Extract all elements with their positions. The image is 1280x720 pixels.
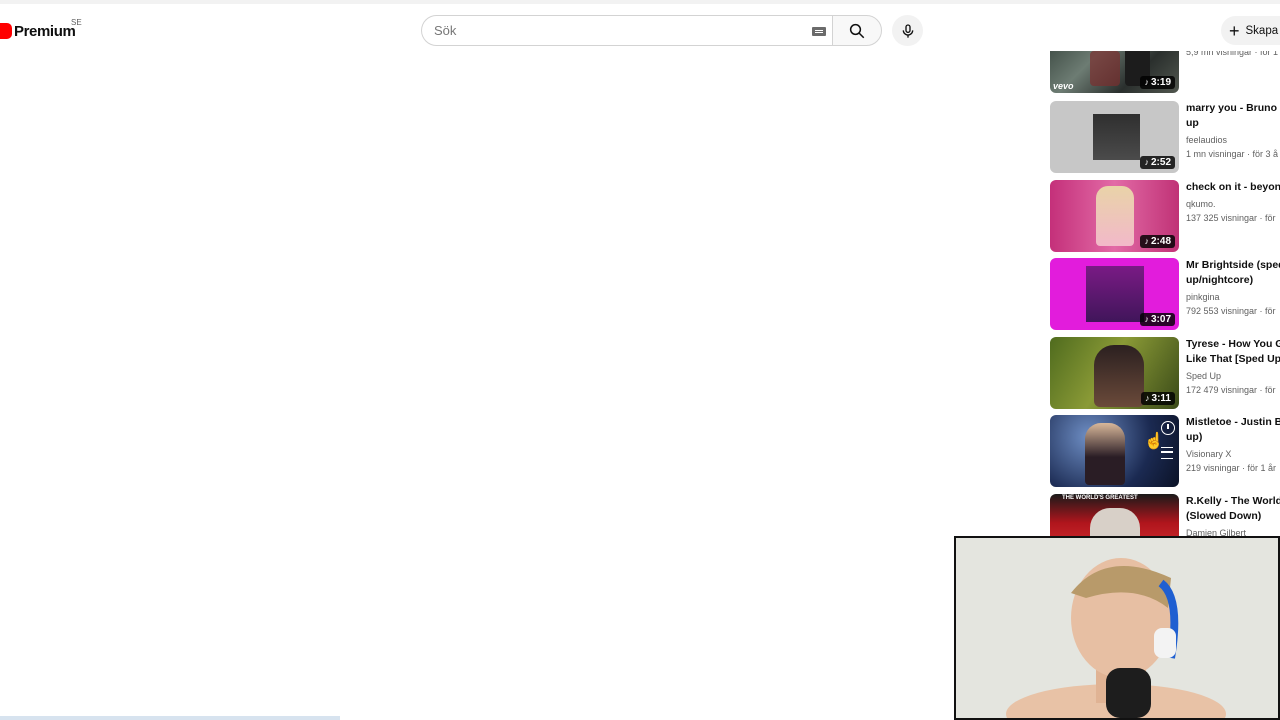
related-videos-list: vevo ♪ 3:19 5,9 mn visningar · för 1 ♪ 2:5… <box>1050 51 1280 536</box>
create-button[interactable]: + Skapa <box>1221 16 1280 45</box>
channel-name[interactable]: Sped Up <box>1186 369 1280 383</box>
keyboard-icon[interactable] <box>812 27 826 36</box>
video-meta: check on it - beyonc qkumo. 137 325 visn… <box>1186 180 1280 254</box>
channel-name[interactable]: Visionary X <box>1186 447 1280 461</box>
vevo-badge: vevo <box>1053 81 1074 91</box>
video-meta: Mistletoe - Justin B up) Visionary X 219… <box>1186 415 1280 489</box>
video-title[interactable]: Mr Brightside (sped up/nightcore) <box>1186 258 1280 288</box>
logo-region: SE <box>71 18 82 27</box>
list-item[interactable]: ♪ 3:11 Tyrese - How You G Like That [Sped… <box>1050 337 1280 411</box>
video-meta: Tyrese - How You G Like That [Sped Up] S… <box>1186 337 1280 411</box>
list-item[interactable]: THE WORLD'S GREATEST R.Kelly - The World… <box>1050 494 1280 536</box>
video-title[interactable]: Tyrese - How You G Like That [Sped Up] <box>1186 337 1280 367</box>
channel-name[interactable]: feelaudios <box>1186 133 1280 147</box>
music-note-icon: ♪ <box>1144 157 1149 167</box>
video-stats: 1 mn visningar · för 3 å <box>1186 149 1279 159</box>
video-thumbnail[interactable]: ♪ 2:52 <box>1050 101 1179 173</box>
logo-text: Premium <box>14 22 76 40</box>
list-item[interactable]: ♪ 2:48 check on it - beyonc qkumo. 137 32… <box>1050 180 1280 254</box>
pointer-cursor-icon: ☝ <box>1144 433 1164 450</box>
video-title[interactable]: Mistletoe - Justin B up) <box>1186 415 1280 445</box>
video-meta: R.Kelly - The World' (Slowed Down) Damie… <box>1186 494 1280 536</box>
search-icon <box>849 23 865 38</box>
search-bar <box>421 15 882 46</box>
mic-icon <box>902 23 913 38</box>
list-item[interactable]: ♪ 2:52 marry you - Bruno M up feelaudios … <box>1050 101 1280 175</box>
channel-name[interactable]: qkumo. <box>1186 197 1280 211</box>
search-box[interactable] <box>421 15 832 46</box>
video-title[interactable]: R.Kelly - The World' (Slowed Down) <box>1186 494 1280 524</box>
music-note-icon: ♪ <box>1144 236 1149 246</box>
webcam-overlay <box>954 536 1280 720</box>
music-note-icon: ♪ <box>1145 393 1150 403</box>
duration-badge: ♪ 3:11 <box>1141 392 1175 405</box>
video-thumbnail[interactable]: ♪ 3:11 <box>1050 337 1179 409</box>
video-thumbnail[interactable]: THE WORLD'S GREATEST <box>1050 494 1179 536</box>
webcam-person <box>956 538 1278 718</box>
youtube-premium-logo[interactable]: Premium SE <box>0 18 82 42</box>
video-stats: 219 visningar · för 1 år <box>1186 463 1277 473</box>
music-note-icon: ♪ <box>1144 77 1149 87</box>
duration-badge: ♪ 3:07 <box>1140 313 1175 326</box>
search-input[interactable] <box>434 23 794 38</box>
music-note-icon: ♪ <box>1144 314 1149 324</box>
list-item[interactable]: ☝ Mistletoe - Justin B up) Visionary X 2… <box>1050 415 1280 489</box>
duration-badge: ♪ 2:52 <box>1140 156 1175 169</box>
channel-name[interactable]: pinkgina <box>1186 290 1280 304</box>
video-thumbnail[interactable]: ☝ <box>1050 415 1179 487</box>
search-button[interactable] <box>832 15 882 46</box>
video-thumbnail[interactable]: ♪ 2:48 <box>1050 180 1179 252</box>
top-progress-line <box>0 0 1280 4</box>
voice-search-button[interactable] <box>892 15 923 46</box>
video-stats: 792 553 visningar · för <box>1186 306 1276 316</box>
video-meta: marry you - Bruno M up feelaudios 1 mn v… <box>1186 101 1280 175</box>
channel-name[interactable]: Damien Gilbert <box>1186 526 1280 536</box>
list-item[interactable]: vevo ♪ 3:19 5,9 mn visningar · för 1 <box>1050 51 1280 95</box>
video-stats: 172 479 visningar · för <box>1186 385 1276 395</box>
video-stats: 137 325 visningar · för <box>1186 213 1276 223</box>
create-label: Skapa <box>1245 24 1279 37</box>
duration-badge: ♪ 3:19 <box>1140 76 1175 89</box>
video-meta: 5,9 mn visningar · för 1 <box>1186 51 1280 95</box>
youtube-logo-icon <box>0 23 12 39</box>
video-thumbnail[interactable]: ♪ 3:07 <box>1050 258 1179 330</box>
thumbnail-text: THE WORLD'S GREATEST <box>1062 495 1138 501</box>
video-thumbnail[interactable]: vevo ♪ 3:19 <box>1050 51 1179 93</box>
video-title[interactable]: check on it - beyonc <box>1186 180 1280 195</box>
plus-icon: + <box>1229 20 1240 41</box>
list-item[interactable]: ♪ 3:07 Mr Brightside (sped up/nightcore) … <box>1050 258 1280 332</box>
video-title[interactable]: marry you - Bruno M up <box>1186 101 1280 131</box>
video-meta: Mr Brightside (sped up/nightcore) pinkgi… <box>1186 258 1280 332</box>
bottom-scroll-indicator <box>0 716 340 720</box>
duration-badge: ♪ 2:48 <box>1140 235 1175 248</box>
video-stats: 5,9 mn visningar · för 1 <box>1186 51 1279 57</box>
